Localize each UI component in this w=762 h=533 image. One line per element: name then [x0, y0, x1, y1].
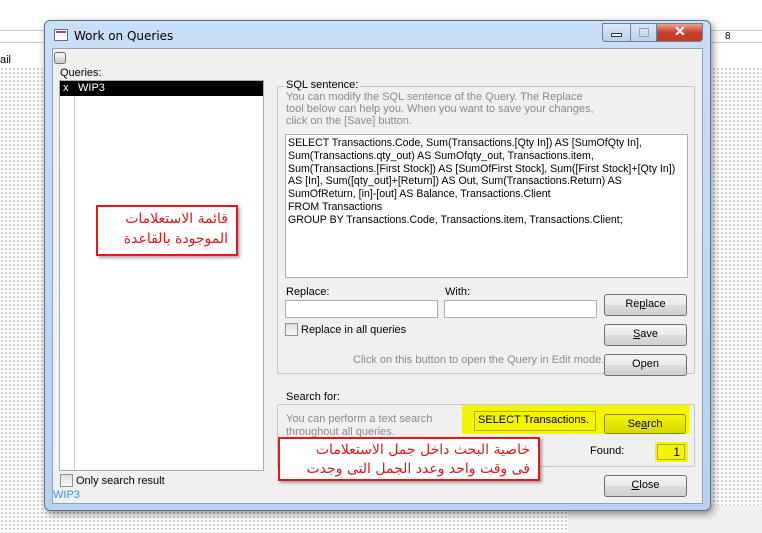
form-icon [54, 29, 68, 41]
search-annotation: خاصية البحث داخل جمل الاستعلامات فى وقت … [278, 437, 540, 481]
only-search-result-label: Only search result [76, 475, 165, 487]
list-item[interactable]: x WIP3 [60, 81, 263, 96]
maximize-button[interactable] [630, 23, 657, 42]
dialog-window: Work on Queries ✕ Queries: x WIP3 قائمة … [44, 20, 711, 511]
label: Re [625, 298, 640, 310]
annotation-line: الموجودة بالقاعدة [123, 231, 228, 247]
help-line: You can modify the SQL sentence of the Q… [286, 91, 583, 103]
dialog-client: Queries: x WIP3 قائمة الاستعلامات الموجو… [52, 48, 703, 504]
sql-group-label: SQL sentence: [284, 79, 361, 91]
label: rch [647, 418, 663, 430]
save-button[interactable]: Save [604, 324, 687, 346]
help-line: tool below can help you. When you want t… [286, 103, 594, 115]
help-line: click on the [Save] button. [286, 115, 412, 127]
queries-list[interactable]: x WIP3 [59, 80, 264, 471]
row-marker: x [63, 82, 69, 94]
close-window-button[interactable]: ✕ [656, 23, 703, 42]
found-count: 1 [657, 444, 685, 460]
open-button[interactable]: Open [604, 354, 687, 376]
ruler-mark: 8 [725, 31, 731, 42]
open-help-text: Click on this button to open the Query i… [353, 354, 605, 366]
help-line: You can perform a text search [286, 413, 433, 425]
annotation-line: قائمة الاستعلامات [125, 211, 228, 227]
annotation-line: خاصية البحث داخل جمل الاستعلامات [315, 442, 530, 458]
search-input[interactable]: SELECT Transactions. [474, 411, 596, 431]
replace-all-checkbox[interactable] [285, 323, 298, 336]
section-label: ail [0, 54, 12, 66]
found-label: Found: [590, 445, 625, 457]
label: ave [640, 328, 659, 340]
label: lose [639, 479, 660, 491]
search-group-label: Search for: [284, 391, 342, 403]
label: Se [627, 418, 642, 430]
sql-help-text: You can modify the SQL sentence of the Q… [286, 91, 594, 127]
replace-label: Replace: [286, 286, 330, 298]
with-label: With: [445, 286, 471, 298]
replace-all-label: Replace in all queries [301, 324, 407, 336]
annotation-line: فى وقت واحد وعدد الجمل التى وجدت [306, 461, 531, 477]
with-input[interactable] [444, 300, 597, 318]
replace-input[interactable] [285, 300, 438, 318]
window-title: Work on Queries [74, 29, 174, 43]
minimize-button[interactable] [602, 23, 631, 42]
query-name: WIP3 [78, 82, 105, 94]
close-x-icon: ✕ [674, 23, 686, 39]
replace-button[interactable]: Replace [604, 294, 687, 316]
close-button[interactable]: Close [604, 475, 687, 497]
label: lace [645, 298, 666, 310]
sql-textarea[interactable]: SELECT Transactions.Code, Sum(Transactio… [285, 134, 688, 278]
record-selector-button[interactable] [54, 52, 66, 64]
only-search-result-checkbox[interactable] [60, 474, 73, 487]
search-help-text: You can perform a text search throughout… [286, 413, 432, 439]
search-button[interactable]: Search [604, 414, 686, 434]
queries-annotation: قائمة الاستعلامات الموجودة بالقاعدة [96, 205, 238, 256]
queries-label: Queries: [60, 67, 102, 79]
current-query-label: WIP3 [53, 489, 80, 501]
